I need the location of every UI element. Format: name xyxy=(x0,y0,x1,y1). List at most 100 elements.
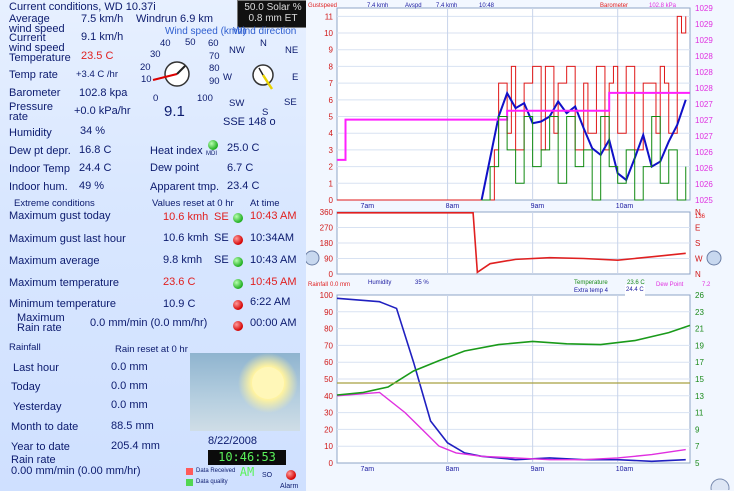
rain-header-value: 0.0 mm xyxy=(330,282,351,288)
y-tick-label: 1026 xyxy=(695,148,713,157)
rain-value: 205.4 mm xyxy=(111,440,160,452)
y-tick-label: 360 xyxy=(320,208,334,217)
extreme-label: Maximum average xyxy=(9,255,100,267)
temp-rate-label: Temp rate xyxy=(9,69,58,81)
rain-rate-value: 0.00 mm/min (0.00 mm/hr) xyxy=(11,465,141,477)
y-tick-label: 270 xyxy=(320,224,334,233)
y-tick-label: 5 xyxy=(329,113,334,122)
y-tick-label: 9 xyxy=(695,425,700,434)
y-tick-label: 19 xyxy=(695,341,704,350)
scroll-right-icon[interactable] xyxy=(706,250,722,266)
extreme-time: 10:45 AM xyxy=(250,276,297,288)
pressure-rate-value: +0.0 kPa/hr xyxy=(74,105,131,117)
mdi-indicator-icon[interactable] xyxy=(208,140,218,150)
y-tick-label: E xyxy=(695,224,700,233)
wind-direction-compass xyxy=(252,64,274,90)
y-tick-label: 17 xyxy=(695,358,704,367)
y-tick-label: 23 xyxy=(695,308,704,317)
current-time-clock: 10:46:53 AM xyxy=(208,450,286,479)
x-tick-label: 8am xyxy=(446,466,460,473)
y-tick-label: 8 xyxy=(329,62,334,71)
sky-conditions-image xyxy=(190,353,300,431)
chart-time-label: 10:48 xyxy=(479,3,495,9)
temperature-label: Temperature xyxy=(9,52,71,64)
y-tick-label: 1027 xyxy=(695,116,713,125)
y-tick-label: 90 xyxy=(324,308,333,317)
gauge-scale-50: 50 xyxy=(185,37,196,48)
status-light-icon[interactable] xyxy=(233,235,243,245)
barometer-value: 102.8 kpa xyxy=(79,87,128,99)
extreme-label: Minimum temperature xyxy=(9,298,116,310)
y-tick-label: 9 xyxy=(329,46,334,55)
extreme-dir: SE xyxy=(214,232,229,244)
barometer-label: Barometer xyxy=(9,87,61,99)
rain-label: Last hour xyxy=(13,362,59,374)
wind-direction-plot: 090180270360NWSEN xyxy=(306,208,722,278)
indoor-hum-value: 49 % xyxy=(79,180,105,192)
status-light-icon[interactable] xyxy=(233,213,243,223)
extreme-time: 10:43 AM xyxy=(250,254,297,266)
compass-e: E xyxy=(292,72,299,83)
status-light-icon[interactable] xyxy=(233,279,243,289)
y-tick-label: W xyxy=(695,255,703,264)
gauge-scale-70: 70 xyxy=(209,51,220,62)
mdi-label: MDI xyxy=(206,151,217,157)
scroll-left-icon[interactable] xyxy=(306,250,320,266)
gauge-scale-10: 10 xyxy=(141,74,152,85)
y-tick-label: 1028 xyxy=(695,68,713,77)
window-scroll-corner[interactable] xyxy=(708,460,734,491)
solar-label: 50.0 Solar % xyxy=(244,2,302,13)
dew-point-label: Dew point xyxy=(150,162,199,174)
y-tick-label: 11 xyxy=(695,409,704,418)
y-tick-label: 1025 xyxy=(695,196,713,205)
gust-header-value: 7.4 kmh xyxy=(367,3,389,9)
current-conditions-panel: Current conditions, WD 10.37i 50.0 Solar… xyxy=(0,0,309,491)
compass-n: N xyxy=(260,38,267,49)
y-tick-label: 1029 xyxy=(695,36,713,45)
gust-header-label: Gustspeed xyxy=(308,3,338,9)
gauge-scale-80: 80 xyxy=(209,63,220,74)
y-tick-label: 7 xyxy=(329,79,334,88)
wind-barometer-plot: 0 1 2 3 4 5 6 7 8 9 10 11 1025 1026 1026 1026 1027 1027 10… xyxy=(324,4,713,208)
humidity-header-value: 35 % xyxy=(415,280,429,286)
wind-barometer-chart: 0 1 2 3 4 5 6 7 8 9 10 11 1025 1026 1026 1026 1027 1027 10… xyxy=(306,0,734,208)
y-tick-label: 100 xyxy=(320,291,334,300)
alarm-icon[interactable] xyxy=(286,470,296,480)
wind-direction-chart: 0 90 180 270 360 N W S E N 136 xyxy=(306,208,734,278)
avg-wind-value: 7.5 km/h xyxy=(81,13,124,25)
temperature-value: 23.5 C xyxy=(81,50,114,62)
y-tick-label: 70 xyxy=(324,341,333,350)
so-label: SO xyxy=(262,472,273,479)
y-tick-label: 180 xyxy=(320,239,334,248)
extreme-dir: SE xyxy=(214,211,229,223)
status-light-icon[interactable] xyxy=(233,321,243,331)
y-tick-label: 1027 xyxy=(695,132,713,141)
compass-w: W xyxy=(223,72,232,83)
y-tick-label: 4 xyxy=(329,129,334,138)
extreme-time: 10:34AM xyxy=(250,232,295,244)
apparent-label: Apparent tmp. xyxy=(150,181,220,193)
humidity-header-label: Humidity xyxy=(368,280,392,286)
extreme-value: 10.6 kmh xyxy=(163,232,209,244)
y-tick-label: 0 xyxy=(329,459,334,468)
status-light-icon[interactable] xyxy=(233,300,243,310)
extreme-value: 9.8 kmh xyxy=(163,254,203,266)
extreme-value: 23.6 C xyxy=(163,276,196,288)
humidity-label: Humidity xyxy=(9,127,52,139)
extreme-label: Maximum gust last hour xyxy=(9,233,126,245)
status-light-icon[interactable] xyxy=(233,257,243,267)
extreme-time: 10:43 AM xyxy=(250,210,297,222)
rainfall-title: Rainfall xyxy=(9,342,41,353)
y-tick-label: 26 xyxy=(695,291,704,300)
y-tick-label: 1 xyxy=(329,179,334,188)
extreme-label: Maximum Rain rate xyxy=(17,312,65,334)
y-tick-label: 15 xyxy=(695,375,704,384)
y-tick-label: 7 xyxy=(695,442,700,451)
pressure-rate-label: Pressure rate xyxy=(9,101,54,123)
y-tick-label: 11 xyxy=(325,12,334,21)
y-tick-label: 0 xyxy=(329,270,334,278)
extreme-time: 6:22 AM xyxy=(250,296,291,308)
dew-point-value: 6.7 C xyxy=(227,162,254,174)
data-received-label: Data Received xyxy=(196,468,236,474)
y-tick-label: 1029 xyxy=(695,4,713,13)
